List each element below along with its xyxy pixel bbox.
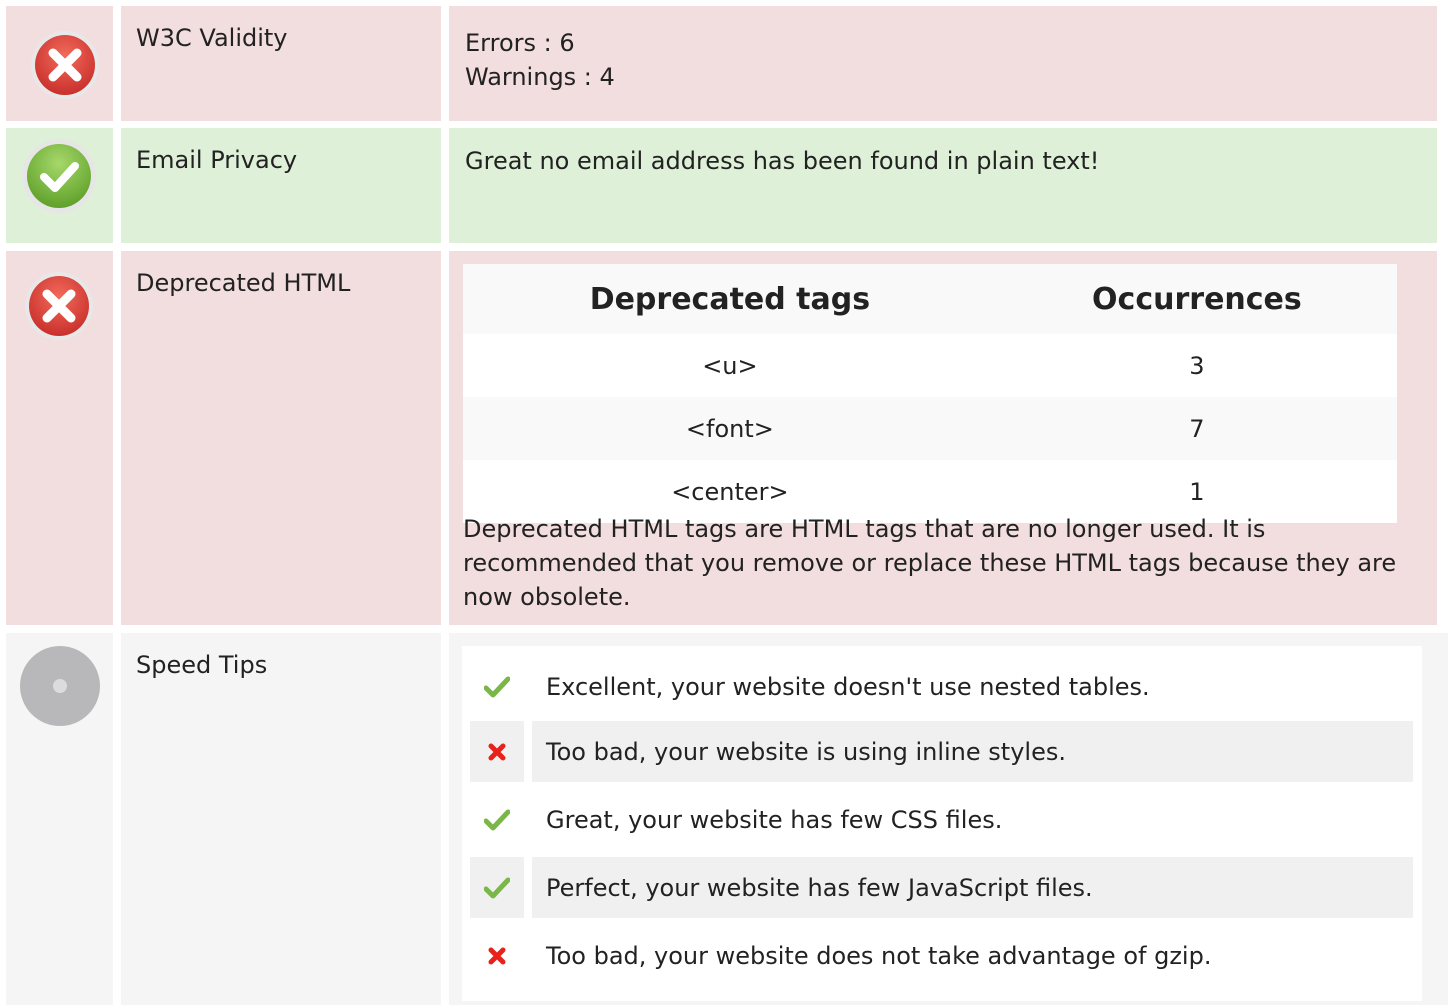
speed-status-cell: [6, 633, 113, 1005]
col-header-occurrences: Occurrences: [996, 264, 1397, 334]
check-icon: [484, 676, 510, 697]
neutral-circle-icon: [20, 646, 100, 726]
speed-tip-text: Perfect, your website has few JavaScript…: [532, 857, 1413, 918]
count-cell: 3: [996, 334, 1397, 397]
deprecated-table: Deprecated tags Occurrences <u> 3 <font>…: [463, 264, 1397, 523]
deprecated-note: Deprecated HTML tags are HTML tags that …: [463, 515, 1397, 611]
email-status-cell: [6, 128, 113, 243]
speed-tip-text: Great, your website has few CSS files.: [546, 805, 1003, 834]
speed-tip-row: Great, your website has few CSS files.: [470, 789, 1413, 850]
w3c-warnings: Warnings : 4: [465, 63, 615, 91]
speed-tip-row: Excellent, your website doesn't use nest…: [470, 656, 1413, 717]
count-cell: 7: [996, 397, 1397, 460]
speed-tip-text: Too bad, your website does not take adva…: [546, 941, 1212, 970]
table-row: <font> 7: [463, 397, 1397, 460]
speed-tip-row: Too bad, your website is using inline st…: [470, 721, 1413, 782]
error-circle-icon: [25, 272, 93, 340]
success-circle-icon: [22, 139, 96, 213]
speed-tip-row: Perfect, your website has few JavaScript…: [470, 857, 1413, 918]
cross-icon: [488, 947, 506, 964]
row-label-speed: Speed Tips: [121, 633, 441, 1005]
w3c-errors: Errors : 6: [465, 29, 575, 57]
w3c-values: Errors : 6 Warnings : 4: [449, 6, 1437, 121]
row-label-deprecated: Deprecated HTML: [121, 251, 441, 625]
deprecated-content: Deprecated tags Occurrences <u> 3 <font>…: [449, 251, 1437, 625]
row-label-email: Email Privacy: [121, 128, 441, 243]
speed-tip-text: Excellent, your website doesn't use nest…: [546, 672, 1150, 701]
deprecated-status-cell: [6, 251, 113, 625]
deprecated-table-wrap: Deprecated tags Occurrences <u> 3 <font>…: [463, 264, 1397, 523]
email-result: Great no email address has been found in…: [449, 128, 1437, 243]
speed-tip-text: Too bad, your website is using inline st…: [532, 721, 1413, 782]
tag-cell: <font>: [463, 397, 997, 460]
speed-tip-row: Too bad, your website does not take adva…: [470, 925, 1413, 986]
error-circle-icon: [31, 31, 99, 99]
cross-icon: [488, 743, 506, 760]
col-header-tags: Deprecated tags: [463, 264, 997, 334]
table-row: <u> 3: [463, 334, 1397, 397]
tag-cell: <u>: [463, 334, 997, 397]
check-icon: [484, 877, 510, 898]
w3c-status-cell: [6, 6, 113, 121]
row-label-w3c: W3C Validity: [121, 6, 441, 121]
check-icon: [484, 809, 510, 830]
